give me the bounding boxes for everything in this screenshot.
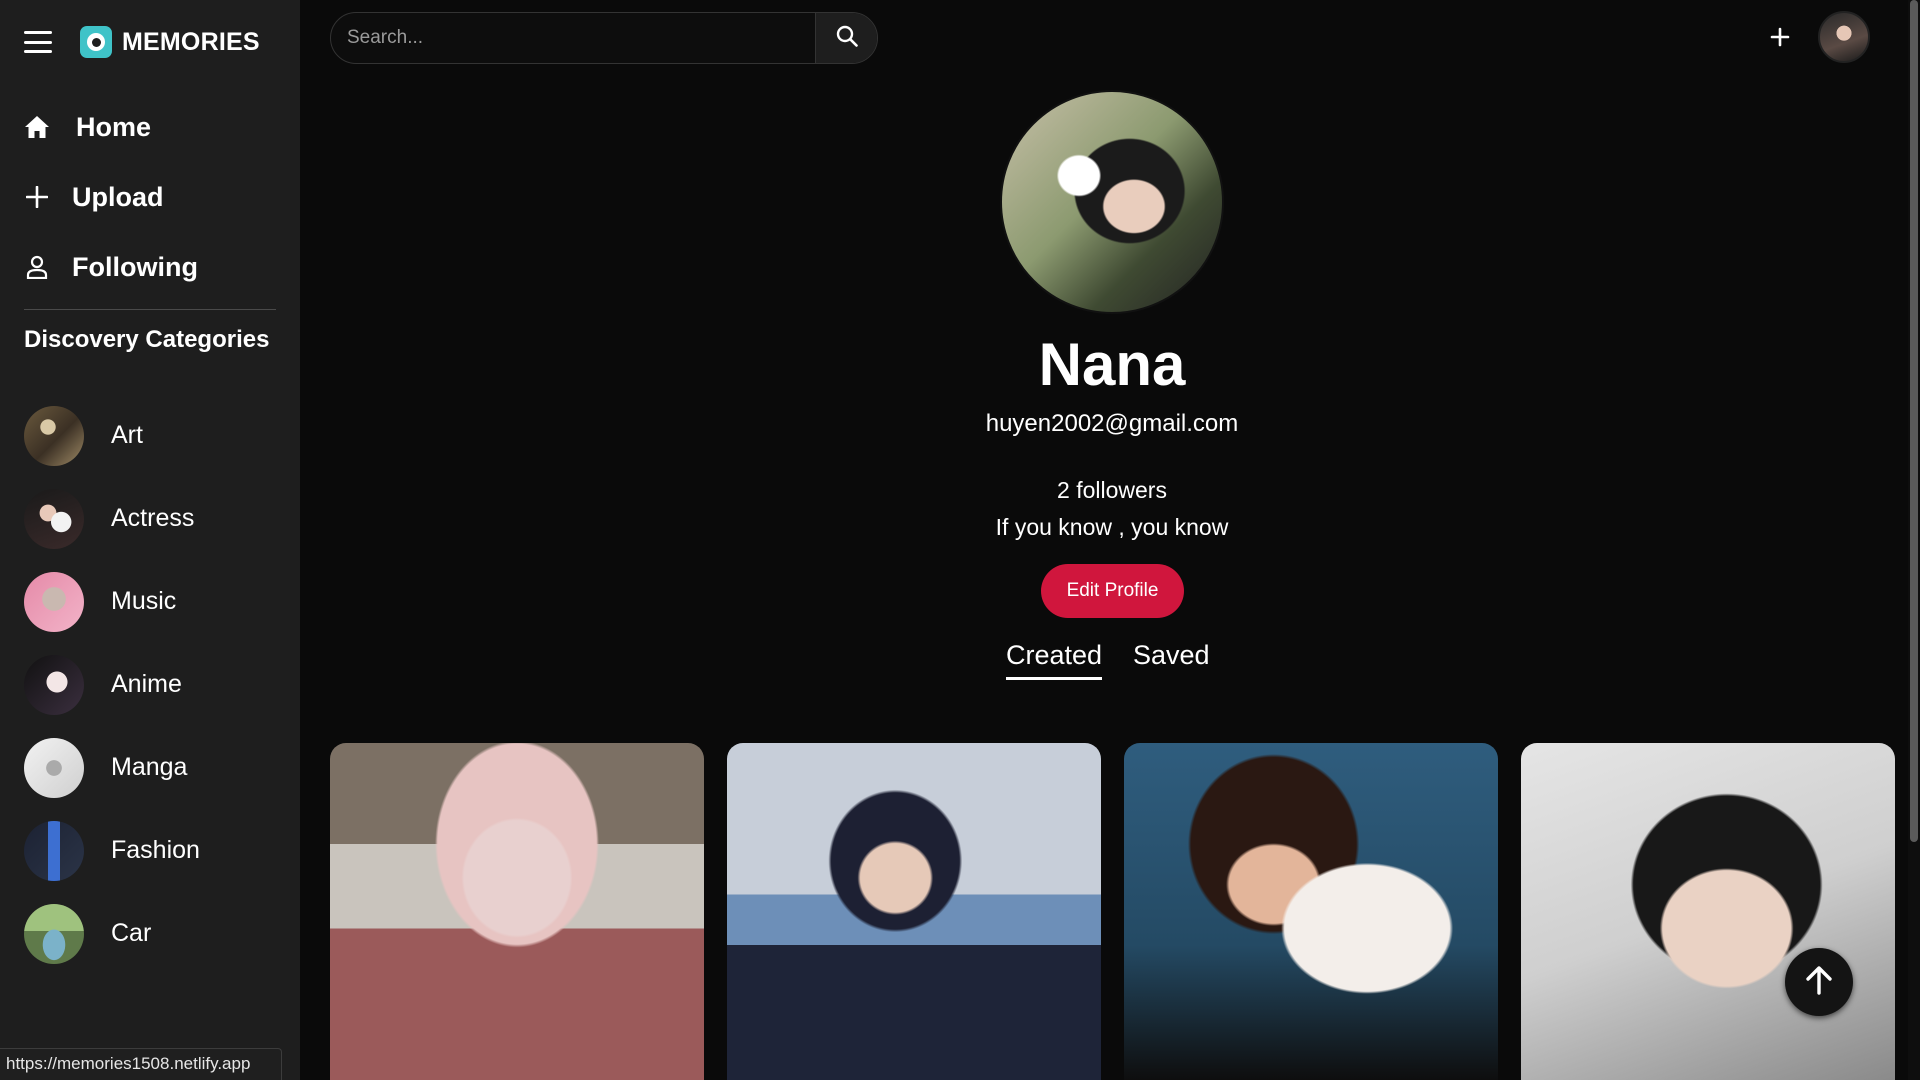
nav-label-home: Home (76, 111, 152, 142)
search-button[interactable] (815, 13, 877, 63)
create-button[interactable] (1765, 24, 1795, 54)
category-music[interactable]: Music (0, 560, 300, 643)
user-avatar[interactable] (1818, 11, 1870, 63)
category-fashion[interactable]: Fashion (0, 809, 300, 892)
pin-card[interactable] (330, 743, 704, 1080)
category-thumbnail (24, 820, 84, 881)
plus-icon (22, 182, 52, 212)
nav-item-upload[interactable]: Upload (0, 162, 300, 232)
tab-created[interactable]: Created (1006, 640, 1103, 680)
category-manga[interactable]: Manga (0, 726, 300, 809)
category-anime[interactable]: Anime (0, 643, 300, 726)
home-icon (22, 112, 52, 142)
plus-icon (1770, 27, 1790, 52)
edit-profile-button[interactable]: Edit Profile (1041, 564, 1184, 618)
search-icon (836, 25, 858, 52)
search-bar (330, 12, 878, 64)
pin-card[interactable] (1521, 743, 1895, 1080)
category-label: Car (111, 919, 152, 947)
category-label: Manga (111, 753, 188, 781)
profile-bio: If you know , you know (995, 514, 1229, 540)
search-input[interactable] (331, 13, 815, 63)
nav-label-upload: Upload (72, 181, 164, 212)
category-thumbnail (24, 737, 84, 798)
category-thumbnail (24, 903, 84, 964)
arrow-up-icon (1805, 965, 1833, 1000)
nav-item-following[interactable]: Following (0, 232, 300, 302)
brand: MEMORIES (24, 26, 260, 58)
sidebar-divider (24, 309, 276, 310)
category-label: Fashion (111, 836, 200, 864)
tab-saved[interactable]: Saved (1133, 640, 1210, 677)
menu-icon[interactable] (24, 31, 52, 53)
nav-item-home[interactable]: Home (0, 92, 300, 162)
brand-name[interactable]: MEMORIES (122, 28, 260, 57)
user-icon (22, 252, 52, 282)
status-url: https://memories1508.netlify.app (0, 1048, 282, 1080)
profile-avatar (1000, 90, 1224, 314)
scrollbar[interactable] (1910, 0, 1918, 842)
pin-card[interactable] (727, 743, 1101, 1080)
category-label: Music (111, 587, 177, 615)
nav-label-following: Following (72, 251, 198, 282)
category-thumbnail (24, 654, 84, 715)
category-car[interactable]: Car (0, 892, 300, 975)
logo-icon[interactable] (80, 26, 112, 58)
category-thumbnail (24, 571, 84, 632)
profile-email: huyen2002@gmail.com (985, 410, 1239, 437)
profile-name: Nana (1038, 331, 1186, 398)
pin-card[interactable] (1124, 743, 1498, 1080)
scroll-to-top-button[interactable] (1785, 948, 1853, 1016)
main-nav: Home Upload Following (0, 92, 300, 302)
followers-count: 2 followers (1057, 477, 1167, 503)
category-label: Anime (111, 670, 182, 698)
